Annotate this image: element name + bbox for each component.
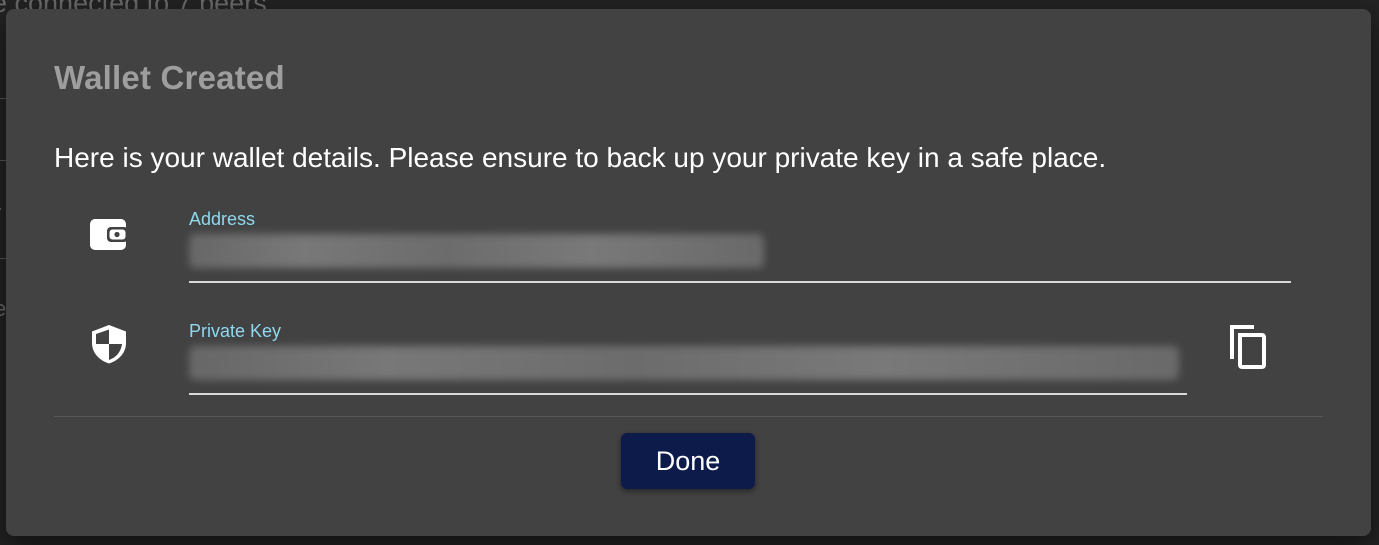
shield-icon bbox=[87, 322, 131, 366]
private-key-value[interactable] bbox=[189, 346, 1179, 380]
address-underline bbox=[189, 281, 1291, 283]
address-value[interactable] bbox=[189, 234, 764, 268]
wallet-icon bbox=[87, 212, 131, 256]
address-field[interactable]: Address bbox=[189, 209, 1291, 283]
done-button[interactable]: Done bbox=[621, 433, 755, 489]
dialog-title: Wallet Created bbox=[54, 59, 285, 96]
copy-private-key-button[interactable] bbox=[1224, 321, 1272, 373]
wallet-created-dialog: Wallet Created Here is your wallet detai… bbox=[6, 9, 1371, 536]
private-key-label: Private Key bbox=[189, 321, 282, 341]
background-text-fragment: r bbox=[0, 200, 1, 226]
private-key-field[interactable]: Private Key bbox=[189, 321, 1187, 395]
copy-icon bbox=[1224, 325, 1272, 377]
dialog-actions-divider bbox=[54, 416, 1323, 417]
private-key-underline bbox=[189, 393, 1187, 395]
dialog-message: Here is your wallet details. Please ensu… bbox=[54, 142, 1107, 173]
address-label: Address bbox=[189, 209, 256, 229]
